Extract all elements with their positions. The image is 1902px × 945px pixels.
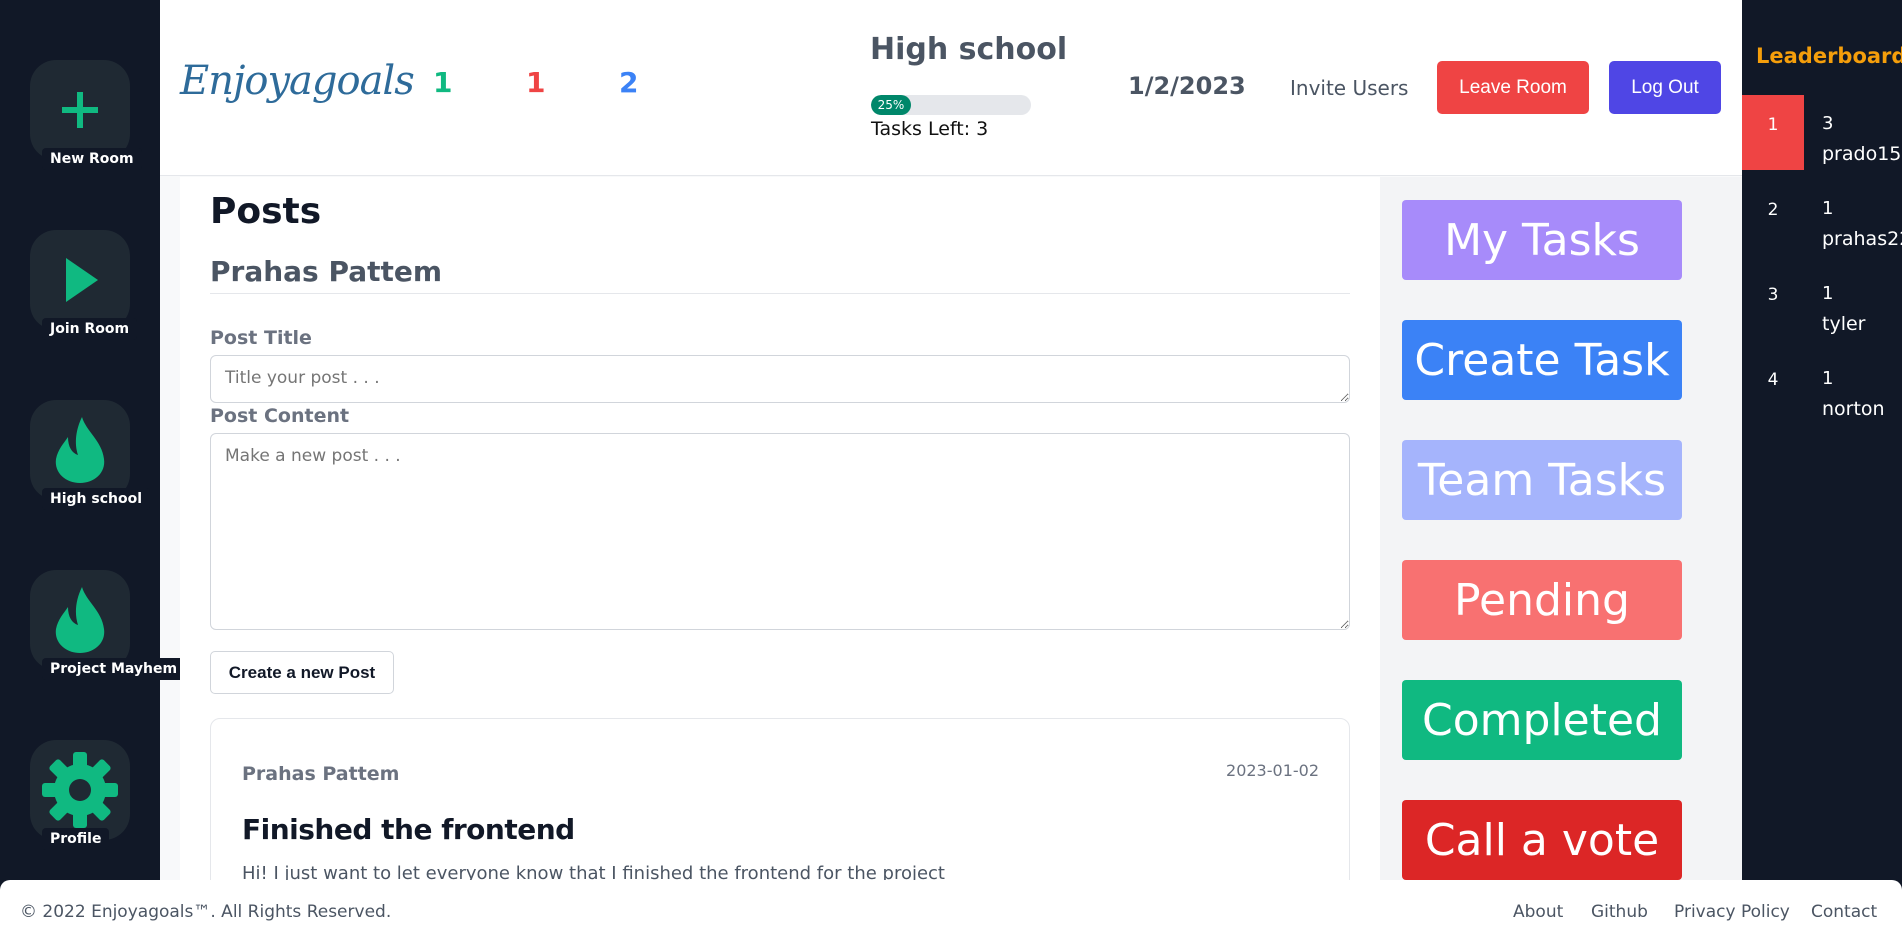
call-a-vote-button[interactable]: Call a vote — [1402, 800, 1682, 880]
stat-completed: 1 — [433, 66, 453, 99]
progress-fill: 25% — [871, 95, 911, 115]
room-title: High school — [870, 32, 1068, 67]
leaderboard-rank: 3 — [1767, 285, 1779, 305]
footer: © 2022 Enjoyagoals™. All Rights Reserved… — [0, 880, 1902, 945]
profile-label: Profile — [42, 828, 110, 850]
post-title: Finished the frontend — [242, 813, 575, 846]
leaderboard-score: 3 — [1822, 113, 1834, 134]
task-actions-panel: My Tasks Create Task Team Tasks Pending … — [1380, 177, 1742, 880]
invite-users-link[interactable]: Invite Users — [1290, 76, 1408, 100]
log-out-button[interactable]: Log Out — [1609, 61, 1721, 114]
footer-link-github[interactable]: Github — [1591, 902, 1648, 922]
posts-panel: Posts Prahas Pattem Post Title Post Cont… — [180, 177, 1380, 880]
completed-button[interactable]: Completed — [1402, 680, 1682, 760]
room-sidebar: New Room Join Room High school Project M… — [0, 0, 186, 945]
leaderboard-name: norton — [1822, 398, 1885, 420]
tasks-left: Tasks Left: 3 — [871, 118, 989, 140]
leave-room-button[interactable]: Leave Room — [1437, 61, 1589, 114]
current-user-name: Prahas Pattem — [210, 255, 443, 288]
leaderboard-panel: Leaderboard 1 3 prado1569 2 1 prahas22 3… — [1742, 0, 1902, 945]
post-card[interactable]: Prahas Pattem 2023-01-02 Finished the fr… — [210, 718, 1350, 880]
copyright: © 2022 Enjoyagoals™. All Rights Reserved… — [20, 902, 392, 922]
pending-button[interactable]: Pending — [1402, 560, 1682, 640]
post-content-label: Post Content — [210, 405, 350, 427]
post-title-label: Post Title — [210, 327, 312, 349]
play-icon — [66, 258, 98, 302]
post-content-input[interactable] — [210, 433, 1350, 630]
top-header: Enjoyagoals 1 1 2 High school 25% Tasks … — [160, 0, 1742, 176]
posts-heading: Posts — [210, 191, 322, 232]
flame-icon — [55, 417, 105, 483]
create-task-button[interactable]: Create Task — [1402, 320, 1682, 400]
app-logo[interactable]: Enjoyagoals — [180, 58, 415, 104]
current-date: 1/2/2023 — [1128, 72, 1246, 100]
footer-link-about[interactable]: About — [1513, 902, 1563, 922]
leaderboard-row: 1 3 prado1569 — [1742, 95, 1902, 170]
leaderboard-name: prahas22 — [1822, 228, 1902, 250]
leaderboard-row: 2 1 prahas22 — [1742, 180, 1902, 255]
leaderboard-score: 1 — [1822, 368, 1834, 389]
leaderboard-rank: 4 — [1767, 370, 1779, 390]
room-high-school-label: High school — [42, 488, 151, 510]
post-title-input[interactable] — [210, 355, 1350, 403]
post-author: Prahas Pattem — [242, 763, 400, 785]
post-body: Hi! I just want to let everyone know tha… — [242, 863, 945, 880]
gear-icon — [42, 752, 118, 828]
leaderboard-rank: 2 — [1767, 200, 1779, 220]
leaderboard-title: Leaderboard — [1756, 44, 1902, 68]
leaderboard-row: 4 1 norton — [1742, 350, 1902, 425]
post-date: 2023-01-02 — [1226, 761, 1319, 780]
leaderboard-score: 1 — [1822, 198, 1834, 219]
my-tasks-button[interactable]: My Tasks — [1402, 200, 1682, 280]
flame-icon — [55, 587, 105, 653]
leaderboard-row: 3 1 tyler — [1742, 265, 1902, 340]
new-room-button[interactable] — [30, 60, 130, 160]
leaderboard-score: 1 — [1822, 283, 1834, 304]
room-high-school-button[interactable] — [30, 400, 130, 500]
stat-pending: 1 — [526, 66, 546, 99]
plus-icon — [62, 92, 98, 128]
divider — [210, 293, 1350, 294]
room-progress-bar: 25% — [871, 95, 1031, 115]
footer-link-privacy[interactable]: Privacy Policy — [1674, 902, 1790, 922]
join-room-label: Join Room — [42, 318, 138, 340]
footer-link-contact[interactable]: Contact — [1811, 902, 1877, 922]
leaderboard-rank: 1 — [1742, 95, 1804, 170]
room-project-mayhem-button[interactable] — [30, 570, 130, 670]
leaderboard-name: prado1569 — [1822, 143, 1902, 165]
team-tasks-button[interactable]: Team Tasks — [1402, 440, 1682, 520]
stat-total: 2 — [619, 66, 639, 99]
leaderboard-name: tyler — [1822, 313, 1866, 335]
new-room-label: New Room — [42, 148, 142, 170]
profile-button[interactable] — [30, 740, 130, 840]
join-room-button[interactable] — [30, 230, 130, 330]
room-project-mayhem-label: Project Mayhem — [42, 658, 186, 680]
create-post-button[interactable]: Create a new Post — [210, 651, 394, 694]
